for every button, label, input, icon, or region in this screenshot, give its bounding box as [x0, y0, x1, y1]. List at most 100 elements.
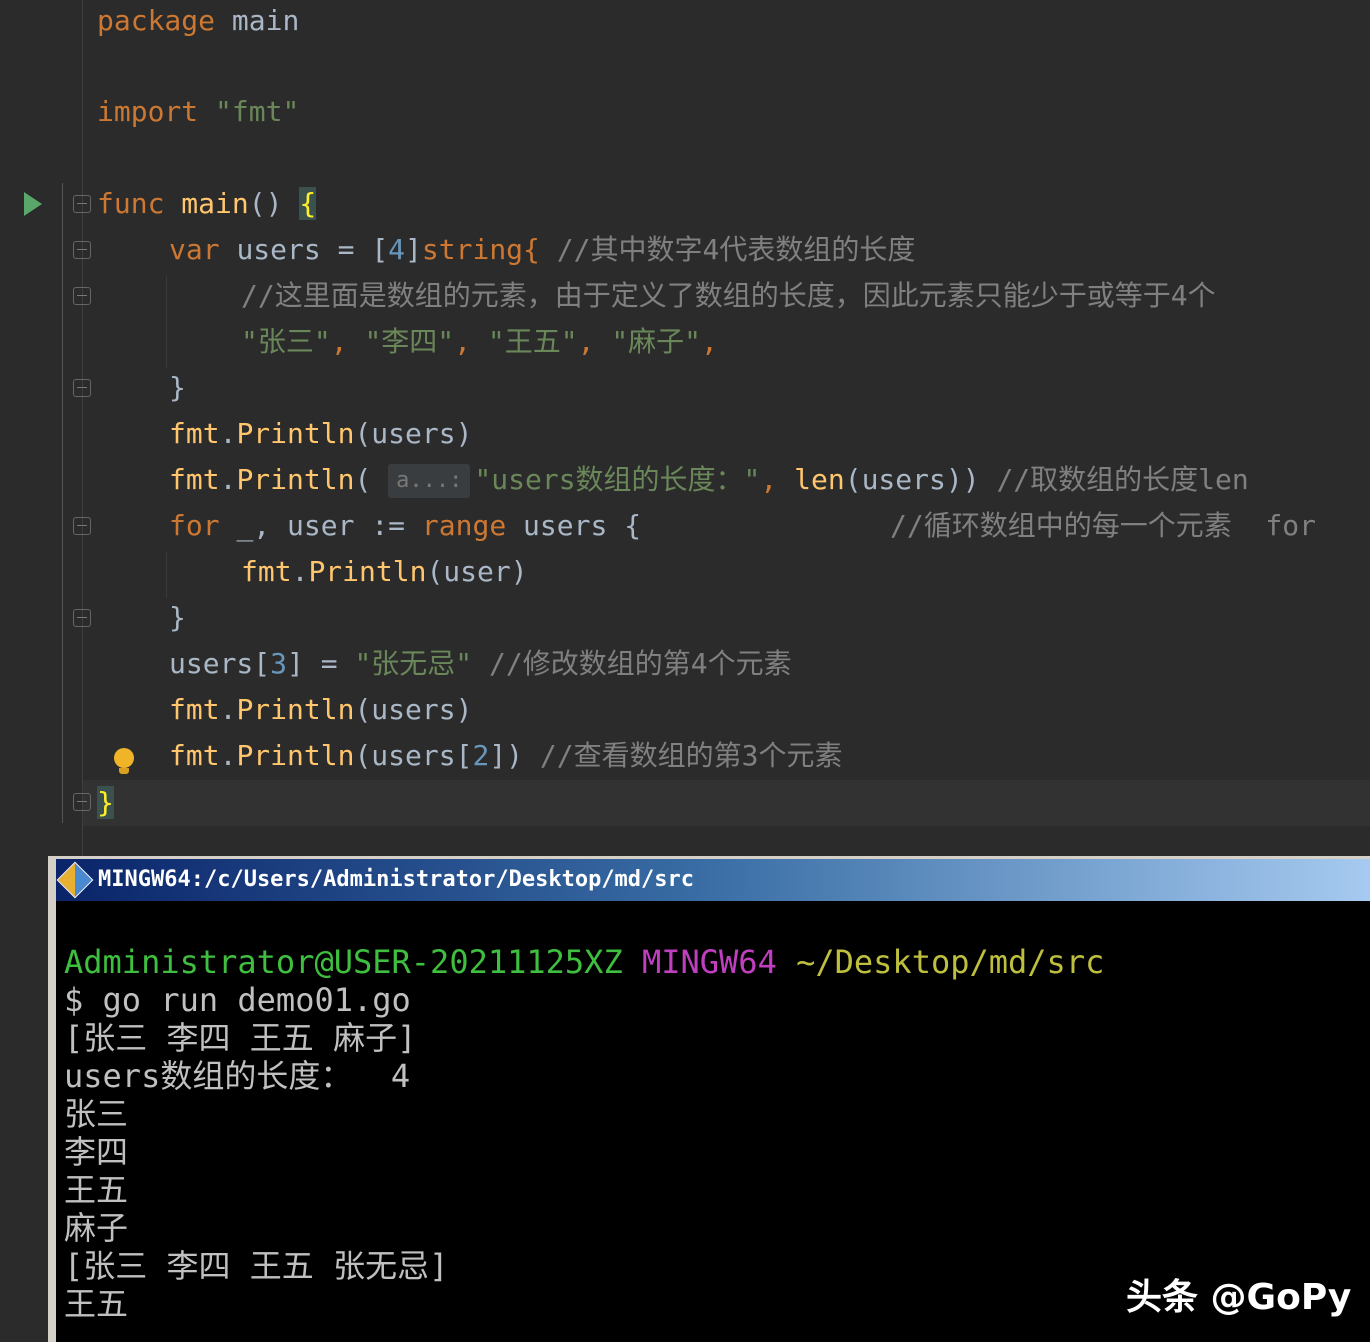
watermark: 头条 @GoPy [1126, 1277, 1352, 1318]
string-literal: "users数组的长度：" [474, 463, 761, 496]
git-bash-icon [56, 861, 94, 899]
function-name: Println [236, 417, 355, 450]
package-name: fmt [169, 693, 220, 726]
lightbulb-icon[interactable] [114, 748, 134, 774]
builtin-len: len [794, 463, 845, 496]
comma: , [760, 463, 778, 496]
comma: , [701, 325, 718, 358]
package-name: fmt [169, 739, 220, 772]
code-line-12[interactable]: } [169, 595, 186, 641]
bracket: [ [371, 233, 389, 266]
code-line-1[interactable]: package main [97, 0, 299, 44]
run-icon[interactable] [24, 192, 42, 216]
keyword: range [421, 509, 507, 542]
function-name: Println [236, 463, 355, 496]
keyword: package [97, 4, 216, 37]
code-line-9[interactable]: fmt.Println( a...: "users数组的长度：", len(use… [169, 457, 1249, 503]
identifier: user [287, 509, 355, 542]
code-line-10[interactable]: for _, user := range users { [169, 503, 641, 549]
identifier: users [236, 233, 321, 266]
fold-icon[interactable] [73, 609, 91, 627]
code-line-14[interactable]: fmt.Println(users) [169, 687, 472, 733]
fold-icon[interactable] [73, 379, 91, 397]
operator: = [337, 233, 355, 266]
comment: //修改数组的第4个元素 [489, 647, 792, 680]
package-name: fmt [169, 417, 220, 450]
parameter-hint: a...: [388, 464, 471, 498]
argument: (user) [426, 555, 528, 588]
bracket: [ [253, 647, 271, 680]
fold-icon[interactable] [73, 241, 91, 259]
string-literal: "王五" [487, 325, 578, 358]
code-line-13[interactable]: users[3] = "张无忌" //修改数组的第4个元素 [169, 641, 792, 687]
blank-identifier: _, [236, 509, 271, 542]
prompt-user: Administrator@USER-20211125XZ [64, 943, 623, 981]
fold-icon[interactable] [73, 517, 91, 535]
argument: (users[ [354, 739, 473, 772]
keyword: for [169, 509, 220, 542]
comment: //这里面是数组的元素，由于定义了数组的长度，因此元素只能少于或等于4个 [241, 279, 1216, 312]
bracket: ] [287, 647, 304, 680]
code-line-2[interactable]: import "fmt" [97, 89, 299, 135]
function-name: Println [236, 739, 355, 772]
output-line: 王五 [64, 1285, 129, 1323]
output-line: [张三 李四 王五 张无忌] [64, 1247, 449, 1285]
code-line-11[interactable]: fmt.Println(user) [241, 549, 528, 595]
comment: //循环数组中的每一个元素 for [890, 509, 1317, 542]
brace: } [169, 371, 186, 404]
comment: //查看数组的第3个元素 [539, 739, 843, 772]
keyword: import [97, 95, 199, 128]
output-line: 王五 [64, 1171, 129, 1209]
command-line: $ go run demo01.go [64, 981, 411, 1019]
fold-icon[interactable] [73, 195, 91, 213]
code-line-3[interactable]: func main() { [97, 181, 317, 227]
identifier: users [169, 647, 254, 680]
type-name: string{ [421, 233, 540, 266]
operator: := [371, 509, 406, 542]
prompt-path: ~/Desktop/md/src [796, 943, 1105, 981]
number-literal: 4 [388, 233, 406, 266]
output-line: 李四 [64, 1133, 129, 1171]
fold-guide [62, 183, 63, 823]
code-line-8[interactable]: fmt.Println(users) [169, 411, 472, 457]
code-line-4[interactable]: var users = [4]string{ //其中数字4代表数组的长度 [169, 227, 915, 273]
indent-guide [166, 552, 167, 598]
package-name: fmt [169, 463, 220, 496]
current-line-highlight [83, 780, 1370, 826]
comma: , [577, 325, 595, 358]
code-line-16[interactable]: } [97, 780, 114, 826]
number-literal: 3 [270, 647, 288, 680]
prompt-env: MINGW64 [641, 943, 777, 981]
code-line-15[interactable]: fmt.Println(users[2]) //查看数组的第3个元素 [169, 733, 842, 779]
paren: ( [354, 463, 372, 496]
argument: (users) [354, 693, 473, 726]
prompt-line: Administrator@USER-20211125XZ MINGW64 ~/… [64, 943, 1104, 981]
code-line-6[interactable]: "张三", "李四", "王五", "麻子", [241, 319, 718, 365]
comma: , [330, 325, 348, 358]
matched-brace: } [97, 786, 114, 819]
operator: = [320, 647, 338, 680]
fold-icon[interactable] [73, 793, 91, 811]
terminal-titlebar[interactable]: MINGW64:/c/Users/Administrator/Desktop/m… [56, 859, 1370, 901]
parens: () [248, 187, 283, 220]
indent-guide [166, 276, 167, 368]
output-line: [张三 李四 王五 麻子] [64, 1019, 417, 1057]
argument: (users)) [844, 463, 980, 496]
string-literal: "fmt" [215, 95, 300, 128]
keyword: func [97, 187, 165, 220]
bracket: ]) [489, 739, 524, 772]
bracket: ] [405, 233, 422, 266]
output-line: 张三 [64, 1095, 129, 1133]
code-line-5[interactable]: //这里面是数组的元素，由于定义了数组的长度，因此元素只能少于或等于4个 [241, 273, 1216, 319]
fold-icon[interactable] [73, 287, 91, 305]
range-target: users { [523, 509, 642, 542]
number-literal: 2 [472, 739, 490, 772]
matched-brace: { [299, 187, 317, 220]
string-literal: "麻子" [611, 325, 702, 358]
code-line-7[interactable]: } [169, 365, 186, 411]
identifier: main [231, 4, 300, 37]
code-editor[interactable]: package main import "fmt" func main() { … [0, 0, 1370, 858]
comment: //其中数字4代表数组的长度 [556, 233, 916, 266]
argument: (users) [354, 417, 473, 450]
output-line: users数组的长度： 4 [64, 1057, 411, 1095]
